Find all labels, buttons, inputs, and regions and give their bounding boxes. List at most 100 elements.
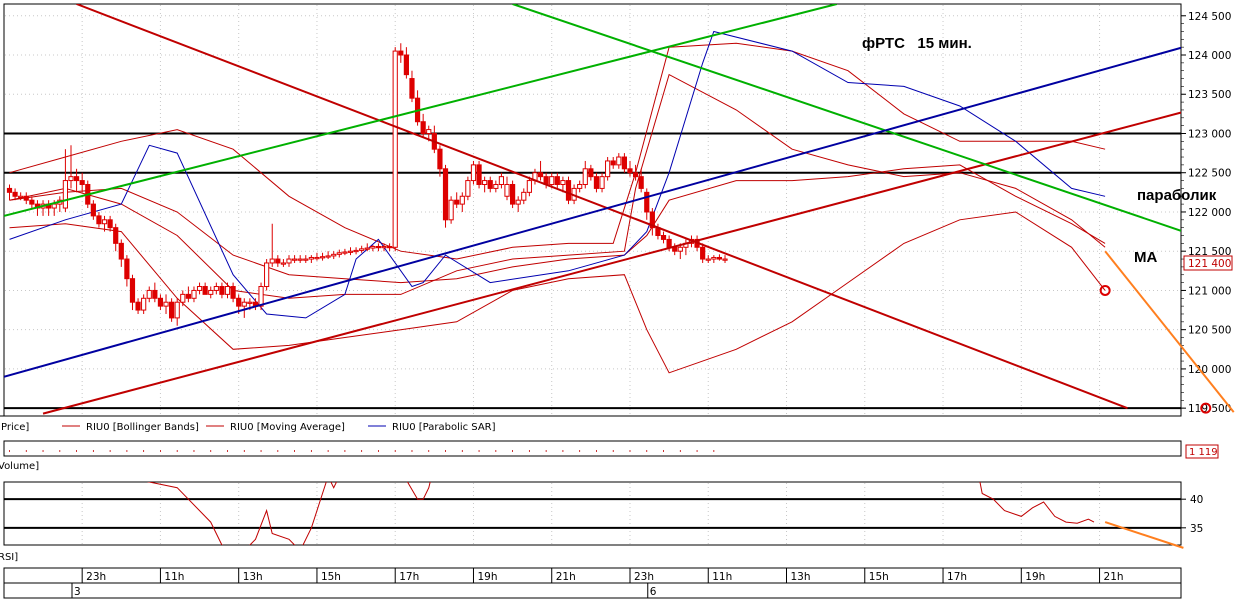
candle-down	[632, 172, 639, 178]
candle-up	[264, 262, 270, 288]
candle-up	[241, 301, 247, 307]
candle-down	[124, 258, 130, 280]
candle-up	[521, 191, 527, 201]
candle-down	[230, 286, 236, 299]
candle-up	[314, 256, 320, 260]
candle-up	[504, 183, 510, 197]
price-tick-label: 124 500	[1188, 11, 1231, 23]
candle-up	[359, 248, 365, 251]
rsi-tick-label: 35	[1190, 523, 1203, 535]
candle-down	[275, 258, 281, 264]
time-tick-label: 13h	[791, 571, 811, 583]
candle-up	[560, 180, 566, 185]
candle-up	[342, 251, 348, 254]
rsi-axis: 40 35	[1181, 494, 1203, 535]
candle-up	[191, 289, 197, 299]
candle-down	[437, 148, 443, 170]
candle-down	[454, 199, 460, 205]
candle-down	[387, 245, 393, 249]
time-tick-label: 15h	[869, 571, 889, 583]
candle-up	[493, 183, 499, 189]
candle-up	[224, 286, 231, 295]
candle-up	[141, 297, 147, 311]
candle-up	[325, 255, 331, 258]
candle-up	[722, 258, 728, 261]
candle-down	[152, 289, 158, 299]
candle-up	[705, 258, 711, 261]
time-tick-label: 13h	[243, 571, 263, 583]
candle-up	[146, 289, 152, 299]
rsi-label: RSI]	[0, 552, 18, 563]
candle-up	[353, 249, 359, 253]
candle-up	[616, 156, 622, 166]
candle-up	[392, 50, 398, 248]
candle-up	[677, 246, 683, 252]
candle-up	[711, 256, 717, 260]
candle-up	[291, 258, 298, 261]
candle-down	[118, 242, 124, 260]
candle-up	[163, 301, 169, 307]
candle-up	[286, 258, 292, 264]
candle-down	[107, 219, 113, 229]
candle-down	[12, 191, 18, 197]
price-tick-label: 123 000	[1188, 128, 1231, 140]
candle-up	[336, 252, 342, 255]
candle-up	[549, 176, 555, 185]
candle-up	[308, 256, 314, 260]
candle-down	[79, 180, 85, 185]
candle-down	[185, 293, 191, 299]
candle-down	[403, 54, 409, 76]
candle-up	[482, 180, 488, 185]
candle-down	[588, 168, 594, 178]
candle-down	[442, 168, 449, 221]
candle-down	[487, 180, 493, 189]
candle-down	[135, 301, 141, 311]
candle-down	[420, 121, 426, 134]
candle-down	[6, 187, 13, 193]
candle-up	[381, 245, 387, 249]
price-tick-label: 120 500	[1188, 325, 1231, 337]
candle-up	[280, 262, 287, 265]
candle-up	[68, 176, 74, 182]
candle-up	[51, 203, 57, 209]
price-tick-label: 123 500	[1188, 89, 1231, 101]
day-tick-label: 3	[74, 586, 81, 598]
legend-price: Price]	[1, 422, 29, 433]
candle-down	[700, 246, 706, 260]
candle-down	[537, 172, 544, 178]
candle-up	[258, 286, 264, 307]
candle-up	[599, 176, 605, 189]
candle-up	[426, 129, 432, 134]
current-price-label: 121 400	[1188, 258, 1231, 270]
candle-up	[196, 286, 203, 291]
candle-up	[247, 301, 253, 304]
candle-up	[180, 293, 186, 303]
candle-up	[319, 256, 326, 259]
candle-up	[18, 195, 24, 198]
legend-sar: RIU0 [Parabolic SAR]	[392, 422, 496, 433]
candle-down	[644, 191, 650, 213]
candle-up	[582, 168, 588, 185]
candle-up	[526, 180, 532, 193]
price-tick-label: 122 000	[1188, 207, 1231, 219]
legend-ma: RIU0 [Moving Average]	[230, 422, 345, 433]
volume-value-label: 1 119	[1189, 447, 1218, 458]
candle-down	[113, 227, 119, 244]
candle-down	[129, 278, 136, 303]
time-tick-label: 23h	[634, 571, 654, 583]
candle-down	[716, 256, 723, 260]
time-tick-label: 21h	[1104, 571, 1124, 583]
candle-down	[660, 235, 667, 240]
candle-down	[638, 176, 644, 189]
candle-down	[375, 245, 382, 249]
volume-panel	[3, 440, 1182, 457]
candle-up	[470, 164, 477, 182]
candle-down	[666, 238, 672, 248]
day-tick-label: 6	[650, 586, 657, 598]
candle-up	[101, 219, 108, 225]
price-tick-label: 120 000	[1188, 364, 1231, 376]
candle-up	[498, 176, 505, 185]
candle-down	[565, 180, 572, 201]
candle-up	[370, 245, 376, 249]
legend-bollinger: RIU0 [Bollinger Bands]	[86, 422, 199, 433]
